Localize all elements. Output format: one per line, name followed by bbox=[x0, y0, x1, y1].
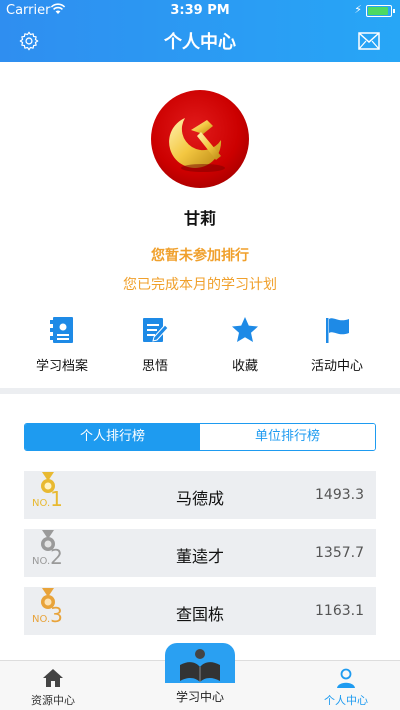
ranking-row[interactable]: NO.2 董逵才 1357.7 bbox=[24, 529, 376, 577]
tab-resource-center[interactable]: 资源中心 bbox=[13, 667, 93, 708]
charging-icon: ⚡ bbox=[354, 3, 362, 16]
study-center-label: 学习中心 bbox=[175, 690, 224, 704]
ranking-score: 1357.7 bbox=[315, 545, 364, 561]
tab-label: 个人中心 bbox=[324, 694, 368, 707]
archive-icon bbox=[50, 317, 73, 343]
ranking-row[interactable]: NO.3 查国栋 1163.1 bbox=[24, 587, 376, 635]
quick-action-notes[interactable]: 思悟 bbox=[110, 315, 200, 374]
study-center-button[interactable] bbox=[165, 643, 235, 683]
ranking-tabs: 个人排行榜 单位排行榜 bbox=[24, 423, 376, 451]
header-bar: Carrier 3:39 PM ⚡ 个人中心 bbox=[0, 0, 400, 62]
quick-action-label: 活动中心 bbox=[310, 359, 363, 374]
status-bar: Carrier 3:39 PM ⚡ bbox=[0, 0, 400, 20]
battery-icon bbox=[366, 5, 395, 17]
quick-action-archive[interactable]: 学习档案 bbox=[17, 315, 107, 374]
ranking-row[interactable]: NO.1 马德成 1493.3 bbox=[24, 471, 376, 519]
home-icon bbox=[43, 669, 63, 687]
avatar[interactable] bbox=[151, 90, 249, 188]
flag-icon bbox=[326, 318, 349, 343]
party-emblem-icon bbox=[169, 118, 225, 172]
notes-icon bbox=[143, 318, 169, 342]
user-name: 甘莉 bbox=[183, 209, 216, 228]
ranking-score: 1493.3 bbox=[315, 487, 364, 503]
person-icon bbox=[337, 668, 355, 688]
tab-personal-center[interactable]: 个人中心 bbox=[306, 667, 386, 708]
ranking-score: 1163.1 bbox=[315, 603, 364, 619]
quick-action-favorites[interactable]: 收藏 bbox=[200, 315, 290, 374]
page-title: 个人中心 bbox=[164, 32, 236, 53]
clock: 3:39 PM bbox=[170, 3, 230, 18]
quick-action-label: 学习档案 bbox=[35, 359, 88, 374]
tab-unit-ranking[interactable]: 单位排行榜 bbox=[200, 424, 375, 450]
plan-status-text: 您已完成本月的学习计划 bbox=[123, 277, 277, 293]
rank-status-text: 您暂未参加排行 bbox=[151, 248, 249, 264]
quick-action-activity-center[interactable]: 活动中心 bbox=[292, 315, 382, 374]
star-icon bbox=[232, 317, 258, 342]
tab-label: 资源中心 bbox=[31, 694, 75, 707]
section-divider bbox=[0, 388, 400, 394]
quick-action-label: 收藏 bbox=[231, 359, 258, 374]
tab-personal-ranking[interactable]: 个人排行榜 bbox=[25, 424, 200, 450]
mail-icon[interactable] bbox=[358, 32, 380, 50]
quick-action-label: 思悟 bbox=[141, 359, 168, 374]
